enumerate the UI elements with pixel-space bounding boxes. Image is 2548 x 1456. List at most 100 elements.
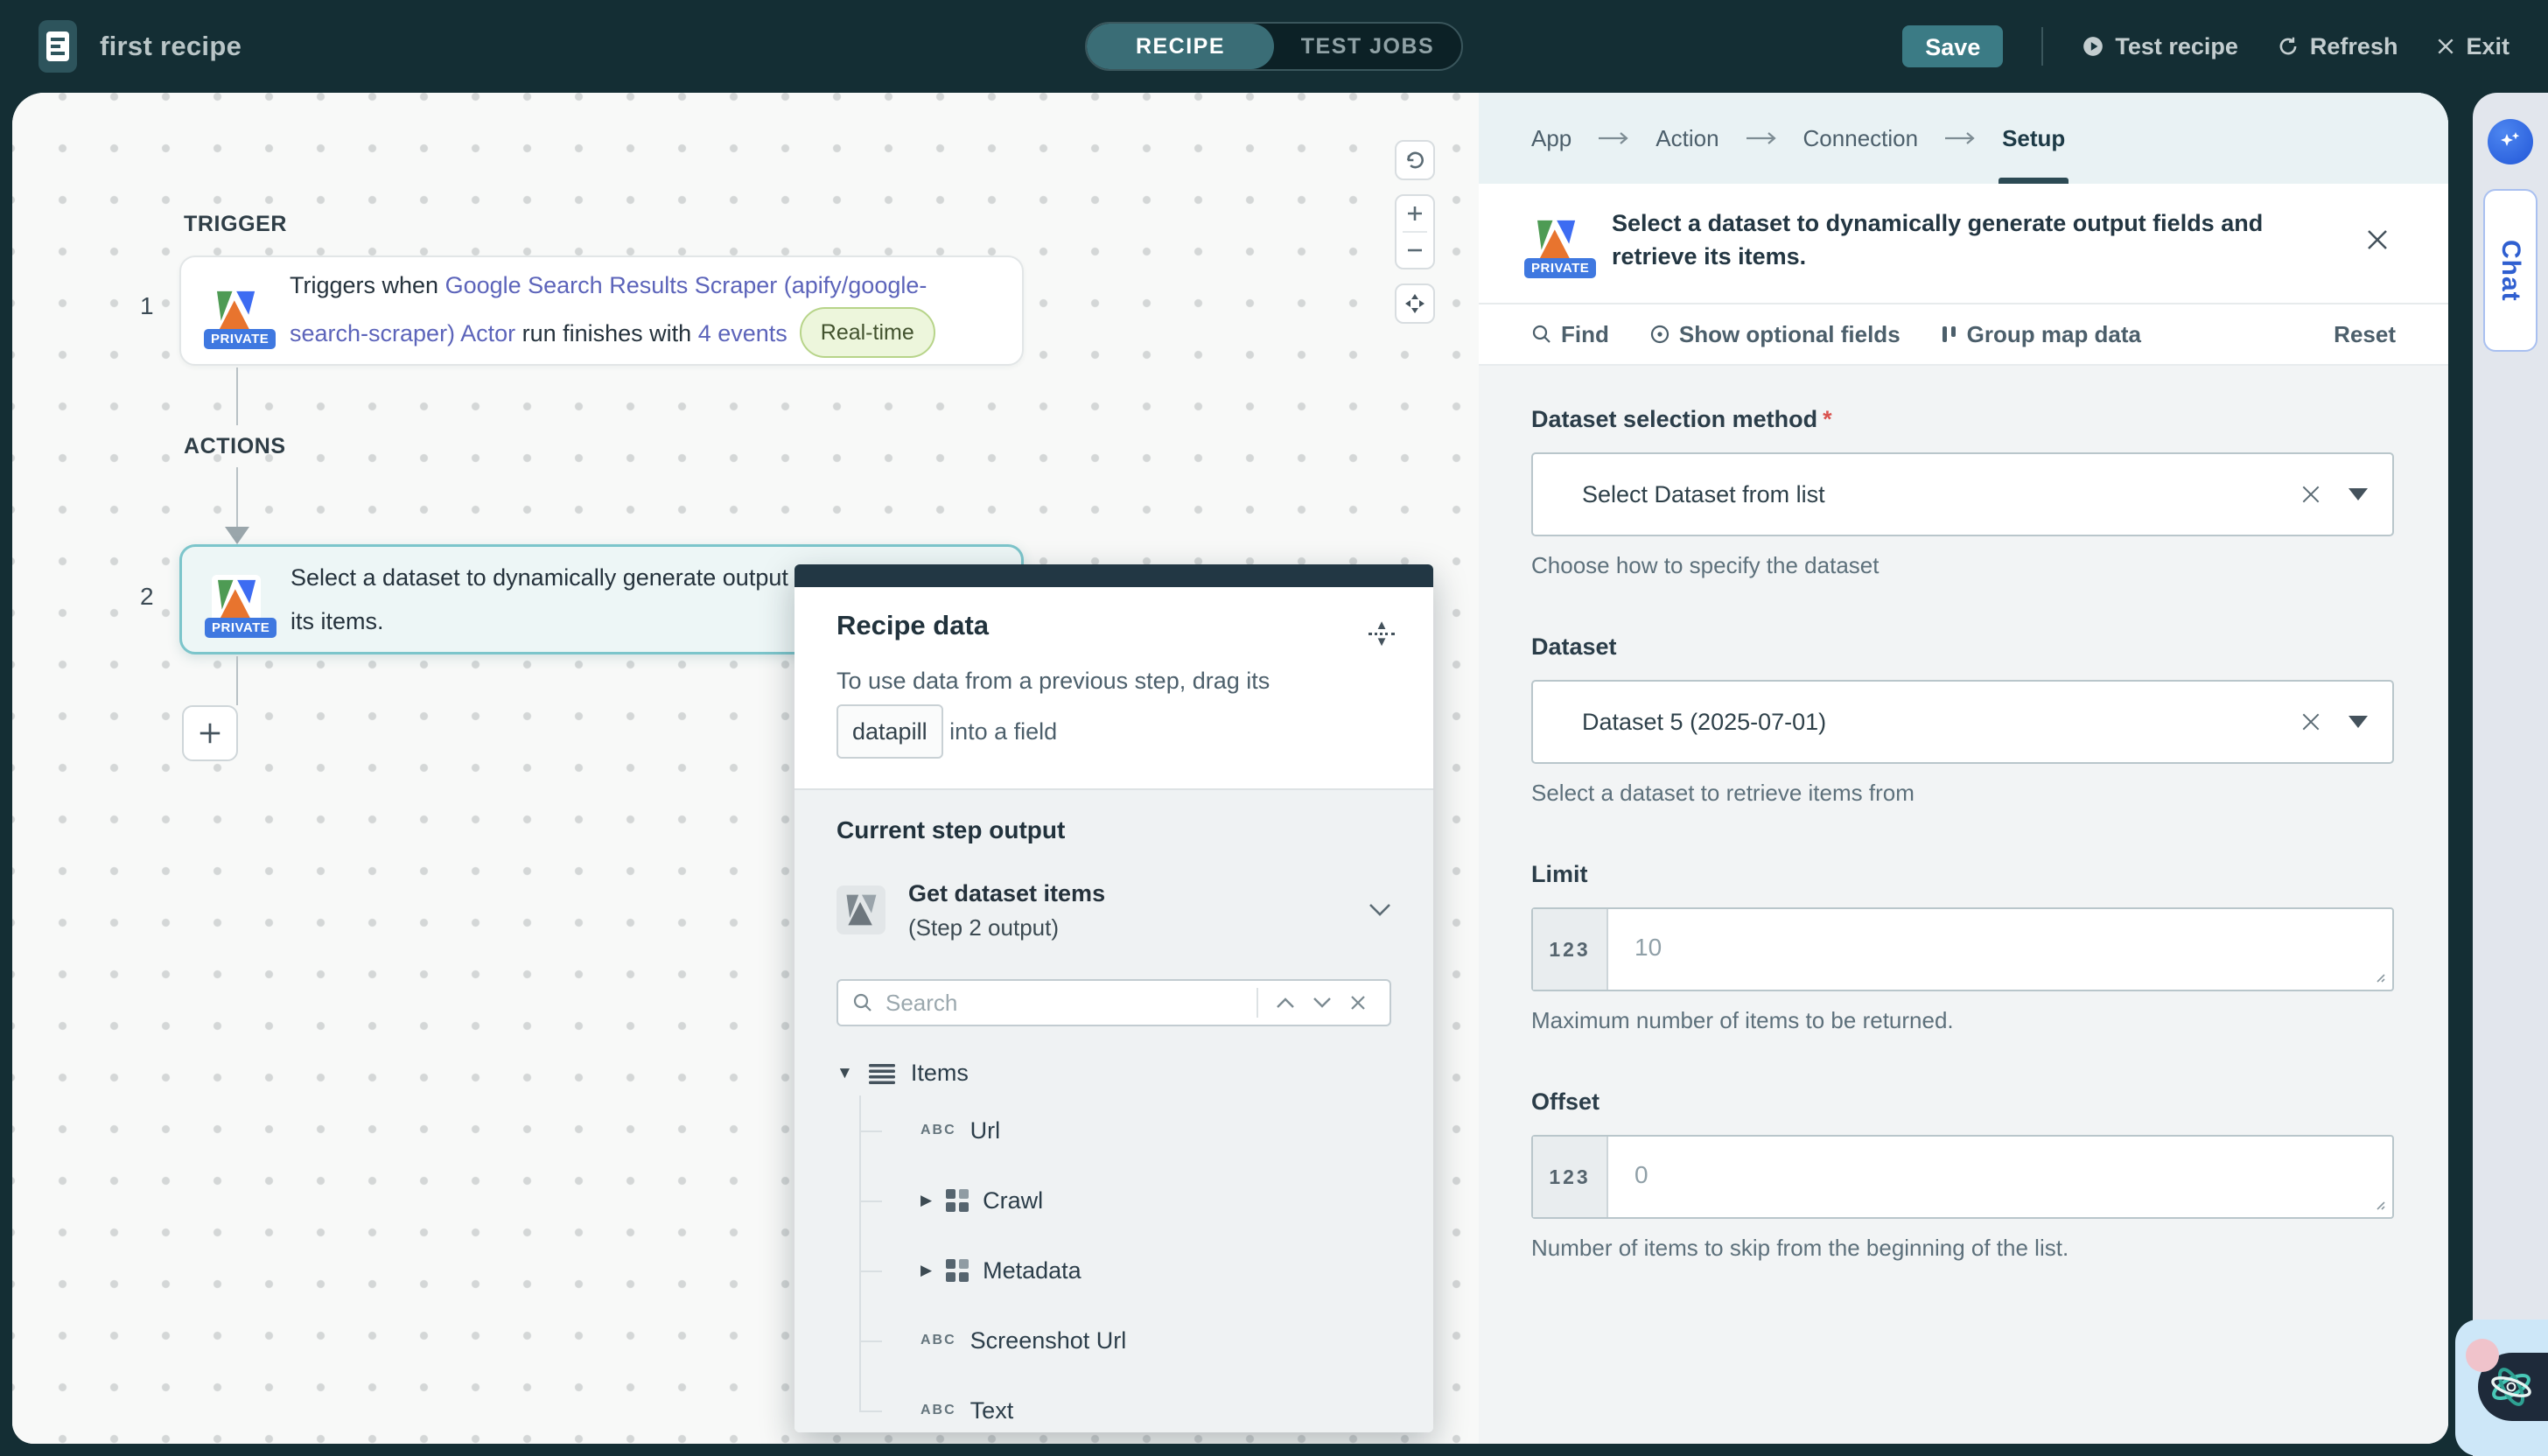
field-label: Dataset xyxy=(1531,634,2394,661)
optional-fields-icon xyxy=(1649,324,1670,345)
top-bar: first recipe RECIPE TEST JOBS Save Test … xyxy=(0,0,2548,93)
events-link[interactable]: 4 events xyxy=(698,320,788,346)
arrow-right-icon xyxy=(1944,131,1976,145)
trigger-section-label: TRIGGER xyxy=(184,212,287,237)
field-help: Maximum number of items to be returned. xyxy=(1531,1007,2394,1034)
exit-button[interactable]: Exit xyxy=(2436,33,2510,60)
popup-title: Recipe data xyxy=(836,610,1391,641)
show-optional-fields-button[interactable]: Show optional fields xyxy=(1649,321,1900,348)
devtools-widget[interactable] xyxy=(2455,1320,2548,1456)
add-step-button[interactable] xyxy=(182,705,238,761)
private-badge: PRIVATE xyxy=(204,329,276,349)
tab-test-jobs[interactable]: TEST JOBS xyxy=(1274,24,1461,69)
arrow-right-icon xyxy=(1746,131,1777,145)
text-type-icon: ABC xyxy=(920,1333,956,1348)
recipe-title: first recipe xyxy=(100,31,242,62)
select-value: Select Dataset from list xyxy=(1582,481,1825,508)
field-limit: Limit 123 10 Maximum number of items to … xyxy=(1531,861,2394,1034)
clear-icon[interactable] xyxy=(2300,483,2322,506)
caret-right-icon[interactable]: ▶ xyxy=(920,1262,932,1279)
caret-down-icon[interactable]: ▼ xyxy=(836,1064,853,1083)
select-value: Dataset 5 (2025-07-01) xyxy=(1582,709,1826,736)
pan-mode-button[interactable] xyxy=(1395,284,1435,324)
tab-recipe[interactable]: RECIPE xyxy=(1087,24,1274,69)
actions-section-label: ACTIONS xyxy=(184,434,286,459)
field-dataset: Dataset Dataset 5 (2025-07-01) Select a … xyxy=(1531,634,2394,807)
test-recipe-button[interactable]: Test recipe xyxy=(2082,33,2238,60)
output-subtitle: (Step 2 output) xyxy=(908,911,1105,944)
panel-body: Dataset selection method* Select Dataset… xyxy=(1479,366,2448,1444)
offset-input[interactable]: 0 xyxy=(1608,1137,2392,1217)
field-offset: Offset 123 0 Number of items to skip fro… xyxy=(1531,1088,2394,1262)
search-clear-icon[interactable] xyxy=(1340,989,1376,1017)
panel-step-title: Select a dataset to dynamically generate… xyxy=(1612,206,2333,273)
find-button[interactable]: Find xyxy=(1531,321,1609,348)
chevron-down-icon[interactable] xyxy=(1368,903,1391,917)
search-divider xyxy=(1256,988,1258,1018)
popup-resize-handle[interactable]: ▲ ▼ xyxy=(1368,620,1395,648)
private-badge: PRIVATE xyxy=(205,618,276,638)
popup-body: Current step output Get dataset items (S… xyxy=(794,788,1433,1432)
step-output-row[interactable]: Get dataset items (Step 2 output) xyxy=(836,876,1391,944)
breadcrumb-app[interactable]: App xyxy=(1531,93,1572,184)
caret-right-icon[interactable]: ▶ xyxy=(920,1192,932,1209)
group-map-data-button[interactable]: Group map data xyxy=(1941,321,2141,348)
popup-drag-bar[interactable] xyxy=(794,564,1433,587)
datapill-chip[interactable]: datapill xyxy=(836,704,943,759)
private-badge: PRIVATE xyxy=(1524,258,1596,278)
chat-sidebar: Chat xyxy=(2473,93,2548,1456)
dataset-selection-method-select[interactable]: Select Dataset from list xyxy=(1531,452,2394,536)
step-setup-panel: App Action Connection Setup PRIVATE Sele… xyxy=(1479,93,2448,1444)
required-marker: * xyxy=(1823,406,1832,432)
datapill-crawl[interactable]: ▶ Crawl xyxy=(920,1166,1391,1236)
datapill-metadata[interactable]: ▶ Metadata xyxy=(920,1236,1391,1306)
group-bars-icon xyxy=(1941,324,1958,345)
datapill-text[interactable]: ABC Text xyxy=(920,1376,1391,1432)
text-type-icon: ABC xyxy=(920,1123,956,1138)
connector-line xyxy=(236,656,238,705)
search-input[interactable] xyxy=(886,990,1248,1017)
apify-app-icon: PRIVATE xyxy=(1531,215,1586,264)
clear-icon[interactable] xyxy=(2300,710,2322,733)
trigger-step-text: Triggers when Google Search Results Scra… xyxy=(290,263,992,358)
datapill-screenshot-url[interactable]: ABC Screenshot Url xyxy=(920,1306,1391,1376)
chat-tab-button[interactable]: Chat xyxy=(2483,189,2538,352)
tree-root-items[interactable]: ▼ Items xyxy=(836,1060,1391,1087)
recipe-logo-icon xyxy=(38,20,77,73)
main-container: TRIGGER 1 PRIVATE Triggers when Google S… xyxy=(12,93,2448,1444)
output-data-tree: ▼ Items ABC Url ▶ Crawl xyxy=(836,1060,1391,1432)
breadcrumb-connection[interactable]: Connection xyxy=(1803,93,1919,184)
zoom-out-button[interactable] xyxy=(1396,233,1433,268)
field-dataset-selection-method: Dataset selection method* Select Dataset… xyxy=(1531,406,2394,579)
dropdown-caret-icon[interactable] xyxy=(2348,488,2368,500)
zoom-group xyxy=(1395,194,1435,270)
top-bar-actions: Save Test recipe Refresh Exit xyxy=(1902,25,2510,67)
panel-toolbar: Find Show optional fields Group map data… xyxy=(1479,304,2448,366)
search-next-icon[interactable] xyxy=(1304,991,1340,1014)
limit-input[interactable]: 10 xyxy=(1608,909,2392,990)
close-panel-icon[interactable] xyxy=(2359,221,2396,258)
realtime-badge: Real-time xyxy=(800,307,935,358)
copilot-sparkle-icon[interactable] xyxy=(2488,119,2533,164)
zoom-in-button[interactable] xyxy=(1396,196,1433,231)
apify-app-icon-gray xyxy=(836,886,886,934)
search-icon xyxy=(1531,324,1552,345)
dataset-select[interactable]: Dataset 5 (2025-07-01) xyxy=(1531,680,2394,764)
recipe-canvas[interactable]: TRIGGER 1 PRIVATE Triggers when Google S… xyxy=(12,93,1479,1444)
breadcrumb-action[interactable]: Action xyxy=(1656,93,1718,184)
search-prev-icon[interactable] xyxy=(1267,991,1304,1014)
tree-children: ABC Url ▶ Crawl ▶ Metadata xyxy=(920,1096,1391,1432)
trigger-step-card[interactable]: PRIVATE Triggers when Google Search Resu… xyxy=(179,256,1024,366)
save-button[interactable]: Save xyxy=(1902,25,2003,67)
reset-view-button[interactable] xyxy=(1395,140,1435,180)
reset-button[interactable]: Reset xyxy=(2334,321,2396,348)
breadcrumb-setup[interactable]: Setup xyxy=(2002,93,2065,184)
refresh-button[interactable]: Refresh xyxy=(2277,33,2398,60)
current-step-output-title: Current step output xyxy=(836,816,1391,844)
connector-line xyxy=(236,368,238,425)
dropdown-caret-icon[interactable] xyxy=(2348,716,2368,728)
step1-number: 1 xyxy=(140,292,154,320)
datatree-search xyxy=(836,979,1391,1026)
notification-dot xyxy=(2466,1339,2499,1372)
datapill-url[interactable]: ABC Url xyxy=(920,1096,1391,1166)
